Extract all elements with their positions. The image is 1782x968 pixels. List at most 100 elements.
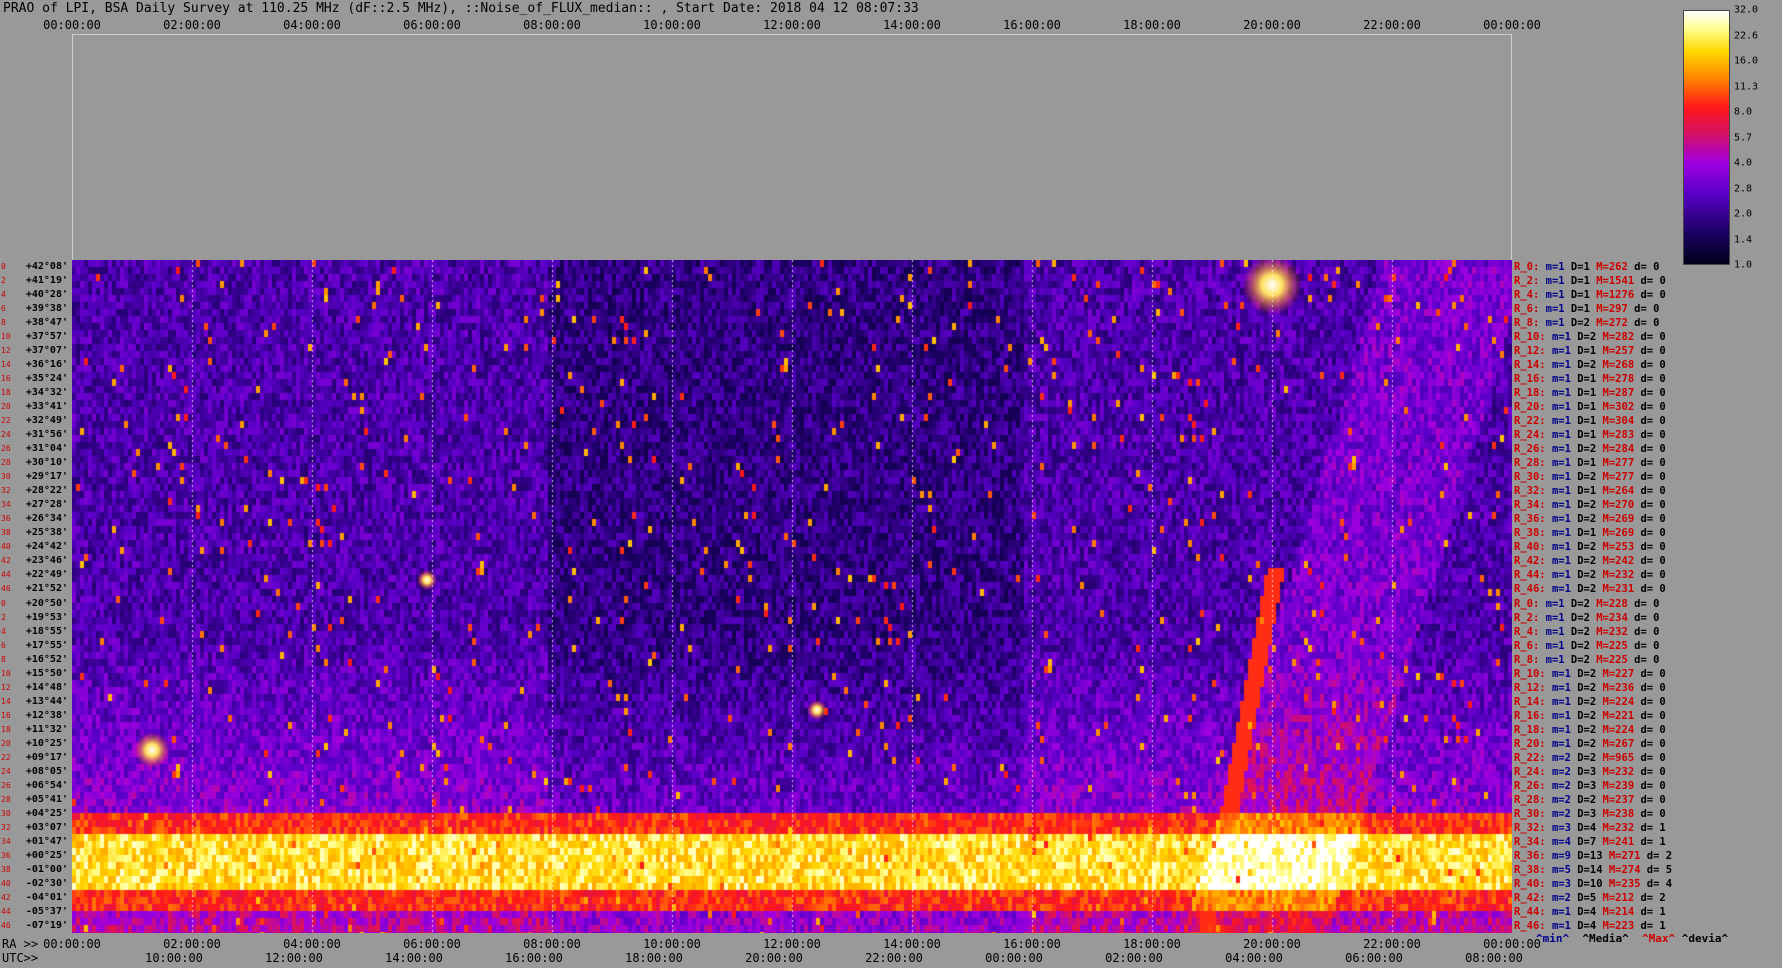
- stat-dev: d= 0: [1640, 779, 1666, 792]
- stat-ray: R_6:: [1514, 303, 1540, 316]
- row-index: 30: [1, 808, 11, 818]
- declination-row: 38 -01°00': [0, 863, 72, 877]
- ra-axis-tick-label: 10:00:00: [643, 937, 701, 951]
- stat-min: m=1: [1551, 569, 1571, 582]
- stat-min: m=1: [1545, 317, 1565, 330]
- declination-row: 38 +25°38': [0, 526, 72, 540]
- declination-row: 0 +20°50': [0, 597, 72, 611]
- stats-legend: ^min^ ^Media^ ^Max^ ^devia^: [1536, 932, 1728, 945]
- stat-row: R_0: m=1 D=2 M=228 d= 0: [1514, 597, 1659, 611]
- utc-axis-tick-label: 20:00:00: [745, 951, 803, 965]
- declination-row: 46 -07°19': [0, 919, 72, 933]
- declination-row: 10 +15°50': [0, 667, 72, 681]
- stat-median: D=1: [1577, 527, 1597, 540]
- stat-max: M=214: [1602, 905, 1635, 918]
- declination-label: +14°48': [25, 681, 68, 693]
- row-index: 24: [1, 766, 11, 776]
- utc-axis-tick-label: 12:00:00: [265, 951, 323, 965]
- row-index: 12: [1, 682, 11, 692]
- stat-median: D=1: [1570, 275, 1590, 288]
- stats-median-label: ^Media^: [1582, 932, 1629, 945]
- stat-row: R_2: m=1 D=1 M=1541 d= 0: [1514, 274, 1666, 288]
- colorbar-tick-label: 2.0: [1734, 208, 1753, 220]
- stat-max: M=269: [1602, 513, 1635, 526]
- stat-median: D=3: [1577, 779, 1597, 792]
- stat-min: m=1: [1545, 625, 1565, 638]
- ra-axis-tick-label: 22:00:00: [1363, 937, 1421, 951]
- row-index: 14: [1, 696, 11, 706]
- stat-row: R_38: m=1 D=1 M=269 d= 0: [1514, 526, 1666, 540]
- stat-ray: R_42:: [1514, 891, 1546, 904]
- stat-max: M=268: [1602, 359, 1635, 372]
- stat-min: m=1: [1551, 555, 1571, 568]
- stat-max: M=231: [1602, 583, 1635, 596]
- stat-ray: R_34:: [1514, 835, 1546, 848]
- stat-max: M=264: [1602, 485, 1635, 498]
- stat-median: D=14: [1577, 863, 1603, 876]
- stat-row: R_42: m=2 D=5 M=212 d= 2: [1514, 891, 1666, 905]
- stat-min: m=3: [1551, 877, 1571, 890]
- stat-max: M=224: [1602, 695, 1635, 708]
- row-index: 26: [1, 780, 11, 790]
- declination-row: 20 +10°25': [0, 737, 72, 751]
- stat-row: R_36: m=9 D=13 M=271 d= 2: [1514, 849, 1672, 863]
- ra-axis-tick-label: 12:00:00: [763, 937, 821, 951]
- row-index: 44: [1, 570, 11, 580]
- stat-ray: R_8:: [1514, 653, 1540, 666]
- stat-ray: R_10:: [1514, 331, 1546, 344]
- stat-ray: R_8:: [1514, 317, 1540, 330]
- stat-max: M=278: [1602, 373, 1635, 386]
- stat-median: D=2: [1577, 723, 1597, 736]
- stat-ray: R_14:: [1514, 695, 1546, 708]
- stat-row: R_40: m=3 D=10 M=235 d= 4: [1514, 877, 1672, 891]
- stat-row: R_34: m=1 D=2 M=270 d= 0: [1514, 498, 1666, 512]
- declination-label: +37°07': [25, 345, 68, 357]
- stat-dev: d= 1: [1640, 821, 1666, 834]
- stats-dev-label: ^devia^: [1681, 932, 1729, 945]
- stat-median: D=2: [1577, 555, 1597, 568]
- stat-dev: d= 0: [1640, 457, 1666, 470]
- declination-row: 16 +35°24': [0, 372, 72, 386]
- declination-label: +32°49': [25, 415, 68, 427]
- stat-row: R_44: m=1 D=4 M=214 d= 1: [1514, 905, 1666, 919]
- stat-row: R_28: m=2 D=2 M=237 d= 0: [1514, 793, 1666, 807]
- row-index: 42: [1, 556, 11, 566]
- stat-min: m=1: [1551, 345, 1571, 358]
- stat-dev: d= 0: [1640, 555, 1666, 568]
- stat-max: M=274: [1608, 863, 1641, 876]
- stat-median: D=3: [1577, 765, 1597, 778]
- declination-row: 12 +14°48': [0, 681, 72, 695]
- stat-median: D=1: [1577, 457, 1597, 470]
- declination-label: +18°55': [25, 625, 68, 637]
- stat-max: M=225: [1596, 653, 1628, 666]
- utc-axis-tick-label: 06:00:00: [1345, 951, 1403, 965]
- stat-median: D=13: [1577, 849, 1603, 862]
- declination-labels: 0 +42°08' 2 +41°19' 4 +40°28' 6 +39°38' 8 +38°47'…: [0, 260, 72, 933]
- declination-label: +05°41': [25, 793, 68, 805]
- stat-median: D=4: [1577, 821, 1597, 834]
- ra-axis-tick-label: 08:00:00: [523, 937, 581, 951]
- declination-label: +15°50': [25, 667, 68, 679]
- declination-label: +21°52': [25, 583, 68, 595]
- stat-dev: d= 2: [1640, 891, 1666, 904]
- stat-min: m=2: [1551, 765, 1571, 778]
- row-index: 8: [1, 654, 6, 664]
- colorbar-tick-label: 5.7: [1734, 132, 1753, 143]
- stat-row: R_40: m=1 D=2 M=253 d= 0: [1514, 540, 1666, 554]
- declination-label: +28°22': [25, 485, 68, 497]
- stat-max: M=269: [1602, 527, 1635, 540]
- stat-max: M=1541: [1596, 275, 1635, 288]
- stat-max: M=965: [1602, 751, 1635, 764]
- declination-label: +04°25': [25, 807, 68, 819]
- declination-row: 2 +41°19': [0, 274, 72, 288]
- stat-ray: R_20:: [1514, 401, 1546, 414]
- colorbar: [1683, 10, 1730, 265]
- stat-row: R_44: m=1 D=2 M=232 d= 0: [1514, 568, 1666, 582]
- declination-row: 10 +37°57': [0, 330, 72, 344]
- stat-ray: R_18:: [1514, 723, 1546, 736]
- stat-median: D=2: [1577, 499, 1597, 512]
- stat-ray: R_12:: [1514, 345, 1546, 358]
- declination-row: 36 +00°25': [0, 849, 72, 863]
- stat-min: m=1: [1551, 905, 1571, 918]
- utc-axis-tick-label: 16:00:00: [505, 951, 563, 965]
